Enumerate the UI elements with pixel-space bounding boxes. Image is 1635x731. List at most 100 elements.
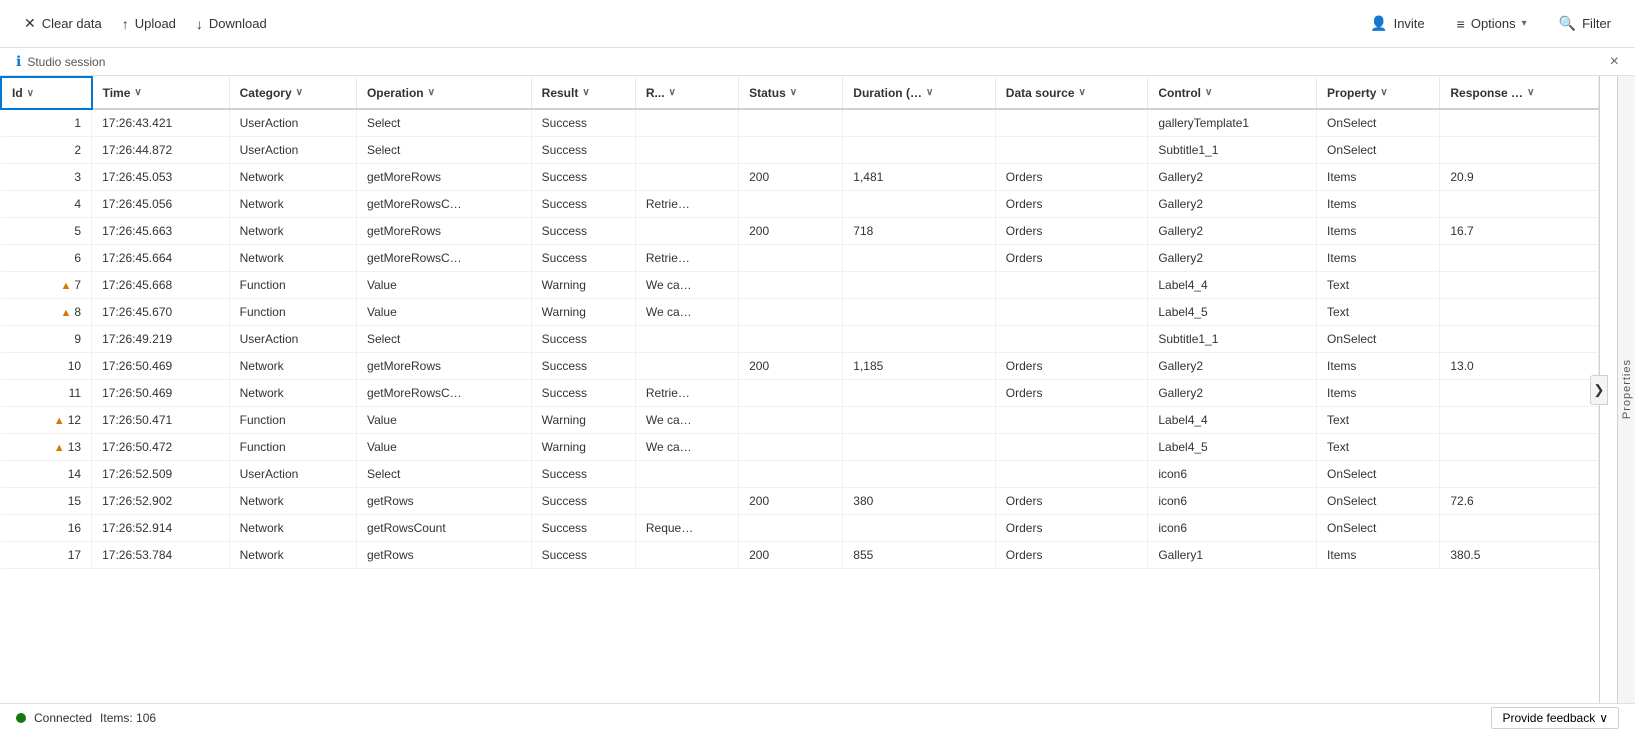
cell-property: Text — [1317, 407, 1440, 434]
table-row: 917:26:49.219UserActionSelectSuccessSubt… — [1, 326, 1599, 353]
id-sort-icon: ∨ — [27, 88, 34, 99]
col-datasource[interactable]: Data source ∨ — [995, 77, 1148, 109]
cell-operation: getMoreRowsC… — [356, 380, 531, 407]
category-col-label: Category — [240, 86, 292, 100]
cell-id: 2 — [1, 137, 92, 164]
cell-category: Network — [229, 245, 356, 272]
close-button[interactable]: × — [1610, 53, 1619, 71]
category-col-arrow: ∨ — [296, 87, 303, 98]
cell-control: Gallery1 — [1148, 542, 1317, 569]
duration-col-arrow: ∨ — [926, 87, 933, 98]
cell-operation: getMoreRowsC… — [356, 191, 531, 218]
cell-duration: 718 — [843, 218, 996, 245]
table-scroll-area[interactable]: Id ∨ Time ∨ Category ∨ — [0, 76, 1599, 703]
cell-r: We ca… — [635, 299, 738, 326]
cell-control: Label4_5 — [1148, 299, 1317, 326]
col-status[interactable]: Status ∨ — [739, 77, 843, 109]
properties-panel[interactable]: Properties — [1617, 76, 1635, 703]
cell-category: Network — [229, 218, 356, 245]
cell-category: Function — [229, 272, 356, 299]
options-button[interactable]: ≡ Options ▾ — [1449, 12, 1535, 36]
control-col-arrow: ∨ — [1205, 87, 1212, 98]
operation-col-arrow: ∨ — [428, 87, 435, 98]
filter-label: Filter — [1582, 16, 1611, 31]
filter-icon: 🔍 — [1559, 15, 1576, 32]
status-bar: Connected Items: 106 Provide feedback ∨ — [0, 703, 1635, 731]
status-col-label: Status — [749, 86, 786, 100]
cell-property: OnSelect — [1317, 137, 1440, 164]
datasource-col-arrow: ∨ — [1079, 87, 1086, 98]
cell-id: ▲ 7 — [1, 272, 92, 299]
table-row: ▲ 717:26:45.668FunctionValueWarningWe ca… — [1, 272, 1599, 299]
cell-id: 15 — [1, 488, 92, 515]
cell-category: Network — [229, 515, 356, 542]
r-col-label: R... — [646, 86, 665, 100]
cell-category: Network — [229, 488, 356, 515]
cell-operation: Value — [356, 434, 531, 461]
main-area: Id ∨ Time ∨ Category ∨ — [0, 76, 1635, 703]
upload-button[interactable]: ↑ Upload — [114, 12, 184, 36]
col-time[interactable]: Time ∨ — [92, 77, 230, 109]
cell-r — [635, 461, 738, 488]
download-button[interactable]: ↓ Download — [188, 12, 275, 36]
cell-r — [635, 542, 738, 569]
response-col-label: Response … — [1450, 86, 1523, 100]
cell-property: OnSelect — [1317, 488, 1440, 515]
cell-category: Network — [229, 380, 356, 407]
cell-id: 9 — [1, 326, 92, 353]
col-id[interactable]: Id ∨ — [1, 77, 92, 109]
cell-r — [635, 109, 738, 137]
cell-response: 380.5 — [1440, 542, 1599, 569]
cell-r: We ca… — [635, 272, 738, 299]
col-response[interactable]: Response … ∨ — [1440, 77, 1599, 109]
cell-id: 16 — [1, 515, 92, 542]
cell-duration — [843, 137, 996, 164]
cell-response — [1440, 109, 1599, 137]
cell-status — [739, 515, 843, 542]
data-table: Id ∨ Time ∨ Category ∨ — [0, 76, 1599, 569]
col-operation[interactable]: Operation ∨ — [356, 77, 531, 109]
table-row: 117:26:43.421UserActionSelectSuccessgall… — [1, 109, 1599, 137]
col-control[interactable]: Control ∨ — [1148, 77, 1317, 109]
session-label-text: Studio session — [27, 55, 105, 69]
cell-response — [1440, 515, 1599, 542]
side-panel-toggle[interactable]: ❯ — [1590, 375, 1608, 405]
cell-status: 200 — [739, 164, 843, 191]
cell-id: ▲ 8 — [1, 299, 92, 326]
cell-r — [635, 326, 738, 353]
provide-feedback-button[interactable]: Provide feedback ∨ — [1491, 707, 1619, 729]
cell-property: Text — [1317, 299, 1440, 326]
cell-id: 4 — [1, 191, 92, 218]
cell-duration: 1,481 — [843, 164, 996, 191]
warning-icon: ▲ — [54, 415, 68, 427]
cell-time: 17:26:45.670 — [92, 299, 230, 326]
connected-label: Connected — [34, 711, 92, 725]
cell-operation: getMoreRows — [356, 353, 531, 380]
filter-button[interactable]: 🔍 Filter — [1551, 11, 1619, 36]
clear-data-button[interactable]: ✕ Clear data — [16, 11, 110, 36]
table-row: 517:26:45.663NetworkgetMoreRowsSuccess20… — [1, 218, 1599, 245]
options-label: Options — [1471, 16, 1516, 31]
col-property[interactable]: Property ∨ — [1317, 77, 1440, 109]
cell-duration: 380 — [843, 488, 996, 515]
cell-category: Network — [229, 164, 356, 191]
col-duration[interactable]: Duration (… ∨ — [843, 77, 996, 109]
cell-control: Gallery2 — [1148, 218, 1317, 245]
table-row: 1117:26:50.469NetworkgetMoreRowsC…Succes… — [1, 380, 1599, 407]
cell-response — [1440, 326, 1599, 353]
options-icon: ≡ — [1457, 16, 1465, 32]
col-result[interactable]: Result ∨ — [531, 77, 635, 109]
cell-response — [1440, 299, 1599, 326]
cell-duration — [843, 515, 996, 542]
feedback-dropdown-icon: ∨ — [1599, 711, 1608, 725]
cell-operation: getMoreRowsC… — [356, 245, 531, 272]
cell-result: Warning — [531, 434, 635, 461]
col-r[interactable]: R... ∨ — [635, 77, 738, 109]
cell-category: UserAction — [229, 461, 356, 488]
cell-operation: Select — [356, 326, 531, 353]
table-row: ▲ 817:26:45.670FunctionValueWarningWe ca… — [1, 299, 1599, 326]
cell-duration — [843, 380, 996, 407]
col-category[interactable]: Category ∨ — [229, 77, 356, 109]
invite-button[interactable]: 👤 Invite — [1362, 11, 1433, 36]
cell-result: Warning — [531, 272, 635, 299]
